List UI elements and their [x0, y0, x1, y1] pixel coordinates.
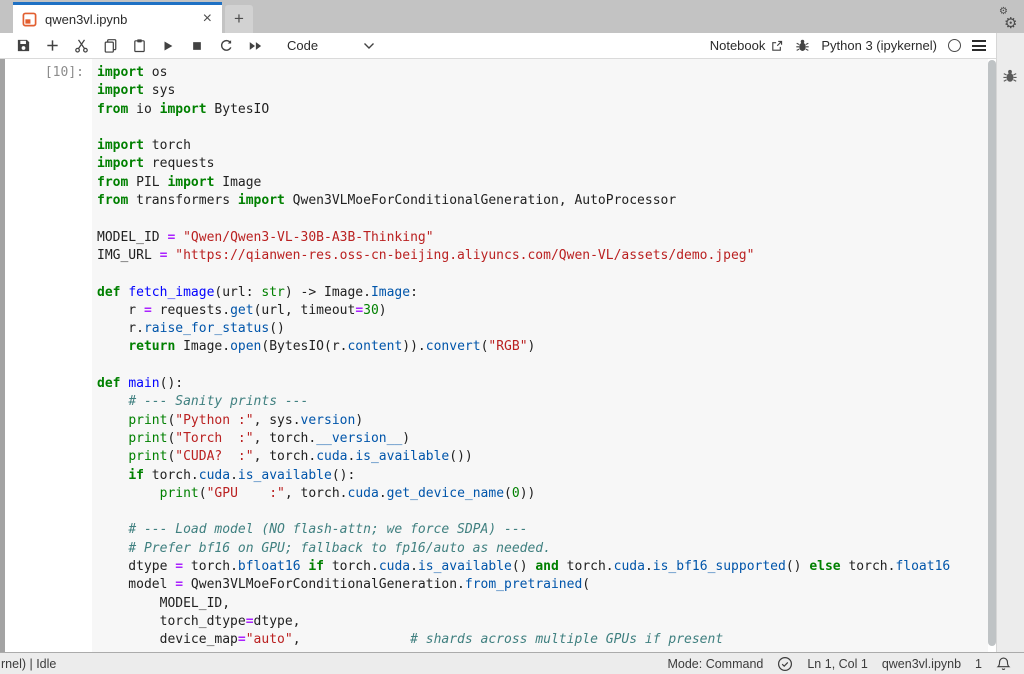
code-line: [97, 119, 988, 137]
code-line: IMG_URL = "https://qianwen-res.oss-cn-be…: [97, 247, 988, 265]
code-line: def fetch_image(url: str) -> Image.Image…: [97, 284, 988, 302]
new-tab-icon: +: [234, 9, 244, 29]
code-line: # --- Load model (NO flash-attn; we forc…: [97, 521, 988, 539]
copy-button[interactable]: [99, 35, 121, 57]
bell-icon[interactable]: [996, 656, 1011, 672]
notebook-tab[interactable]: qwen3vl.ipynb ×: [13, 2, 222, 33]
code-line: def main():: [97, 375, 988, 393]
tab-title: qwen3vl.ipynb: [45, 12, 201, 27]
restart-icon: [219, 38, 234, 53]
vertical-scrollbar[interactable]: [988, 60, 996, 646]
code-line: import torch: [97, 137, 988, 155]
run-button[interactable]: [157, 35, 179, 57]
notebook-panel: [10]: import osimport sysfrom io import …: [0, 59, 996, 652]
code-line: import os: [97, 64, 988, 82]
debugger-bug-icon[interactable]: [1002, 68, 1018, 84]
code-line: MODEL_ID,: [97, 595, 988, 613]
code-line: from transformers import Qwen3VLMoeForCo…: [97, 192, 988, 210]
stop-button[interactable]: [186, 35, 208, 57]
copy-icon: [103, 38, 118, 53]
code-line: torch_dtype=dtype,: [97, 613, 988, 631]
menu-icon[interactable]: [972, 40, 986, 51]
status-file-name: qwen3vl.ipynb: [882, 657, 961, 671]
status-bar: rnel) | Idle Mode: Command Ln 1, Col 1 q…: [0, 652, 1024, 674]
cut-button[interactable]: [70, 35, 92, 57]
external-link-icon: [770, 39, 784, 53]
kernel-status-text: rnel) | Idle: [1, 657, 56, 671]
code-line: r = requests.get(url, timeout=30): [97, 302, 988, 320]
right-sidebar: [996, 33, 1024, 652]
code-line: [97, 210, 988, 228]
paste-button[interactable]: [128, 35, 150, 57]
code-line: print("GPU :", torch.cuda.get_device_nam…: [97, 485, 988, 503]
code-line: device_map="auto", # shards across multi…: [97, 631, 988, 649]
run-icon: [161, 39, 175, 53]
tab-bar: qwen3vl.ipynb × + ⚙ ⚙: [0, 0, 1024, 33]
cursor-position[interactable]: Ln 1, Col 1: [807, 657, 867, 671]
close-icon[interactable]: ×: [201, 11, 214, 27]
code-line: print("Torch :", torch.__version__): [97, 430, 988, 448]
toolbar-right: Notebook Python 3 (ipykernel): [710, 38, 986, 53]
kernel-status-icon: [948, 39, 961, 52]
code-line: MODEL_ID = "Qwen/Qwen3-VL-30B-A3B-Thinki…: [97, 229, 988, 247]
save-icon: [16, 38, 31, 53]
code-line: r.raise_for_status(): [97, 320, 988, 338]
code-editor[interactable]: import osimport sysfrom io import BytesI…: [92, 59, 988, 652]
notebook-link-label: Notebook: [710, 38, 766, 53]
kernel-name[interactable]: Python 3 (ipykernel): [821, 38, 937, 53]
cut-icon: [74, 38, 89, 53]
notebook-file-icon: [22, 12, 37, 27]
code-line: # Prefer bf16 on GPU; fallback to fp16/a…: [97, 540, 988, 558]
code-line: model = Qwen3VLMoeForConditionalGenerati…: [97, 576, 988, 594]
add-cell-icon: [45, 38, 60, 53]
code-line: from io import BytesIO: [97, 101, 988, 119]
code-line: import sys: [97, 82, 988, 100]
code-line: if torch.cuda.is_available():: [97, 467, 988, 485]
chevron-down-icon: [363, 42, 375, 50]
new-tab-button[interactable]: +: [225, 5, 253, 33]
bug-icon[interactable]: [795, 38, 810, 53]
execution-count: [10]:: [5, 64, 84, 82]
save-button[interactable]: [12, 35, 34, 57]
run-all-icon: [247, 39, 263, 53]
trusted-icon[interactable]: [777, 656, 793, 672]
jupyterlab-window: qwen3vl.ipynb × + ⚙ ⚙: [0, 0, 1024, 674]
cell-collapser[interactable]: [0, 59, 5, 652]
command-mode-indicator: Mode: Command: [667, 657, 763, 671]
code-line: dtype = torch.bfloat16 if torch.cuda.is_…: [97, 558, 988, 576]
code-line: [97, 265, 988, 283]
code-line: [97, 357, 988, 375]
restart-kernel-button[interactable]: [215, 35, 237, 57]
code-line: # --- Sanity prints ---: [97, 393, 988, 411]
stop-icon: [190, 39, 204, 53]
code-line: [97, 503, 988, 521]
paste-icon: [132, 38, 147, 53]
add-cell-button[interactable]: [41, 35, 63, 57]
notification-count[interactable]: 1: [975, 657, 982, 671]
notebook-toolbar: Code Notebook Python 3 (ipykernel): [0, 33, 996, 59]
code-line: print("CUDA? :", torch.cuda.is_available…: [97, 448, 988, 466]
run-all-button[interactable]: [244, 35, 266, 57]
code-line: import requests: [97, 155, 988, 173]
cell-type-value: Code: [287, 38, 318, 53]
notebook-link[interactable]: Notebook: [710, 38, 785, 53]
code-line: print("Python :", sys.version): [97, 412, 988, 430]
cell-type-dropdown[interactable]: Code: [287, 38, 375, 53]
code-line: from PIL import Image: [97, 174, 988, 192]
code-line: return Image.open(BytesIO(r.content)).co…: [97, 338, 988, 356]
status-bar-right: Mode: Command Ln 1, Col 1 qwen3vl.ipynb …: [667, 656, 1024, 672]
gears-icon[interactable]: ⚙ ⚙: [999, 9, 1021, 33]
